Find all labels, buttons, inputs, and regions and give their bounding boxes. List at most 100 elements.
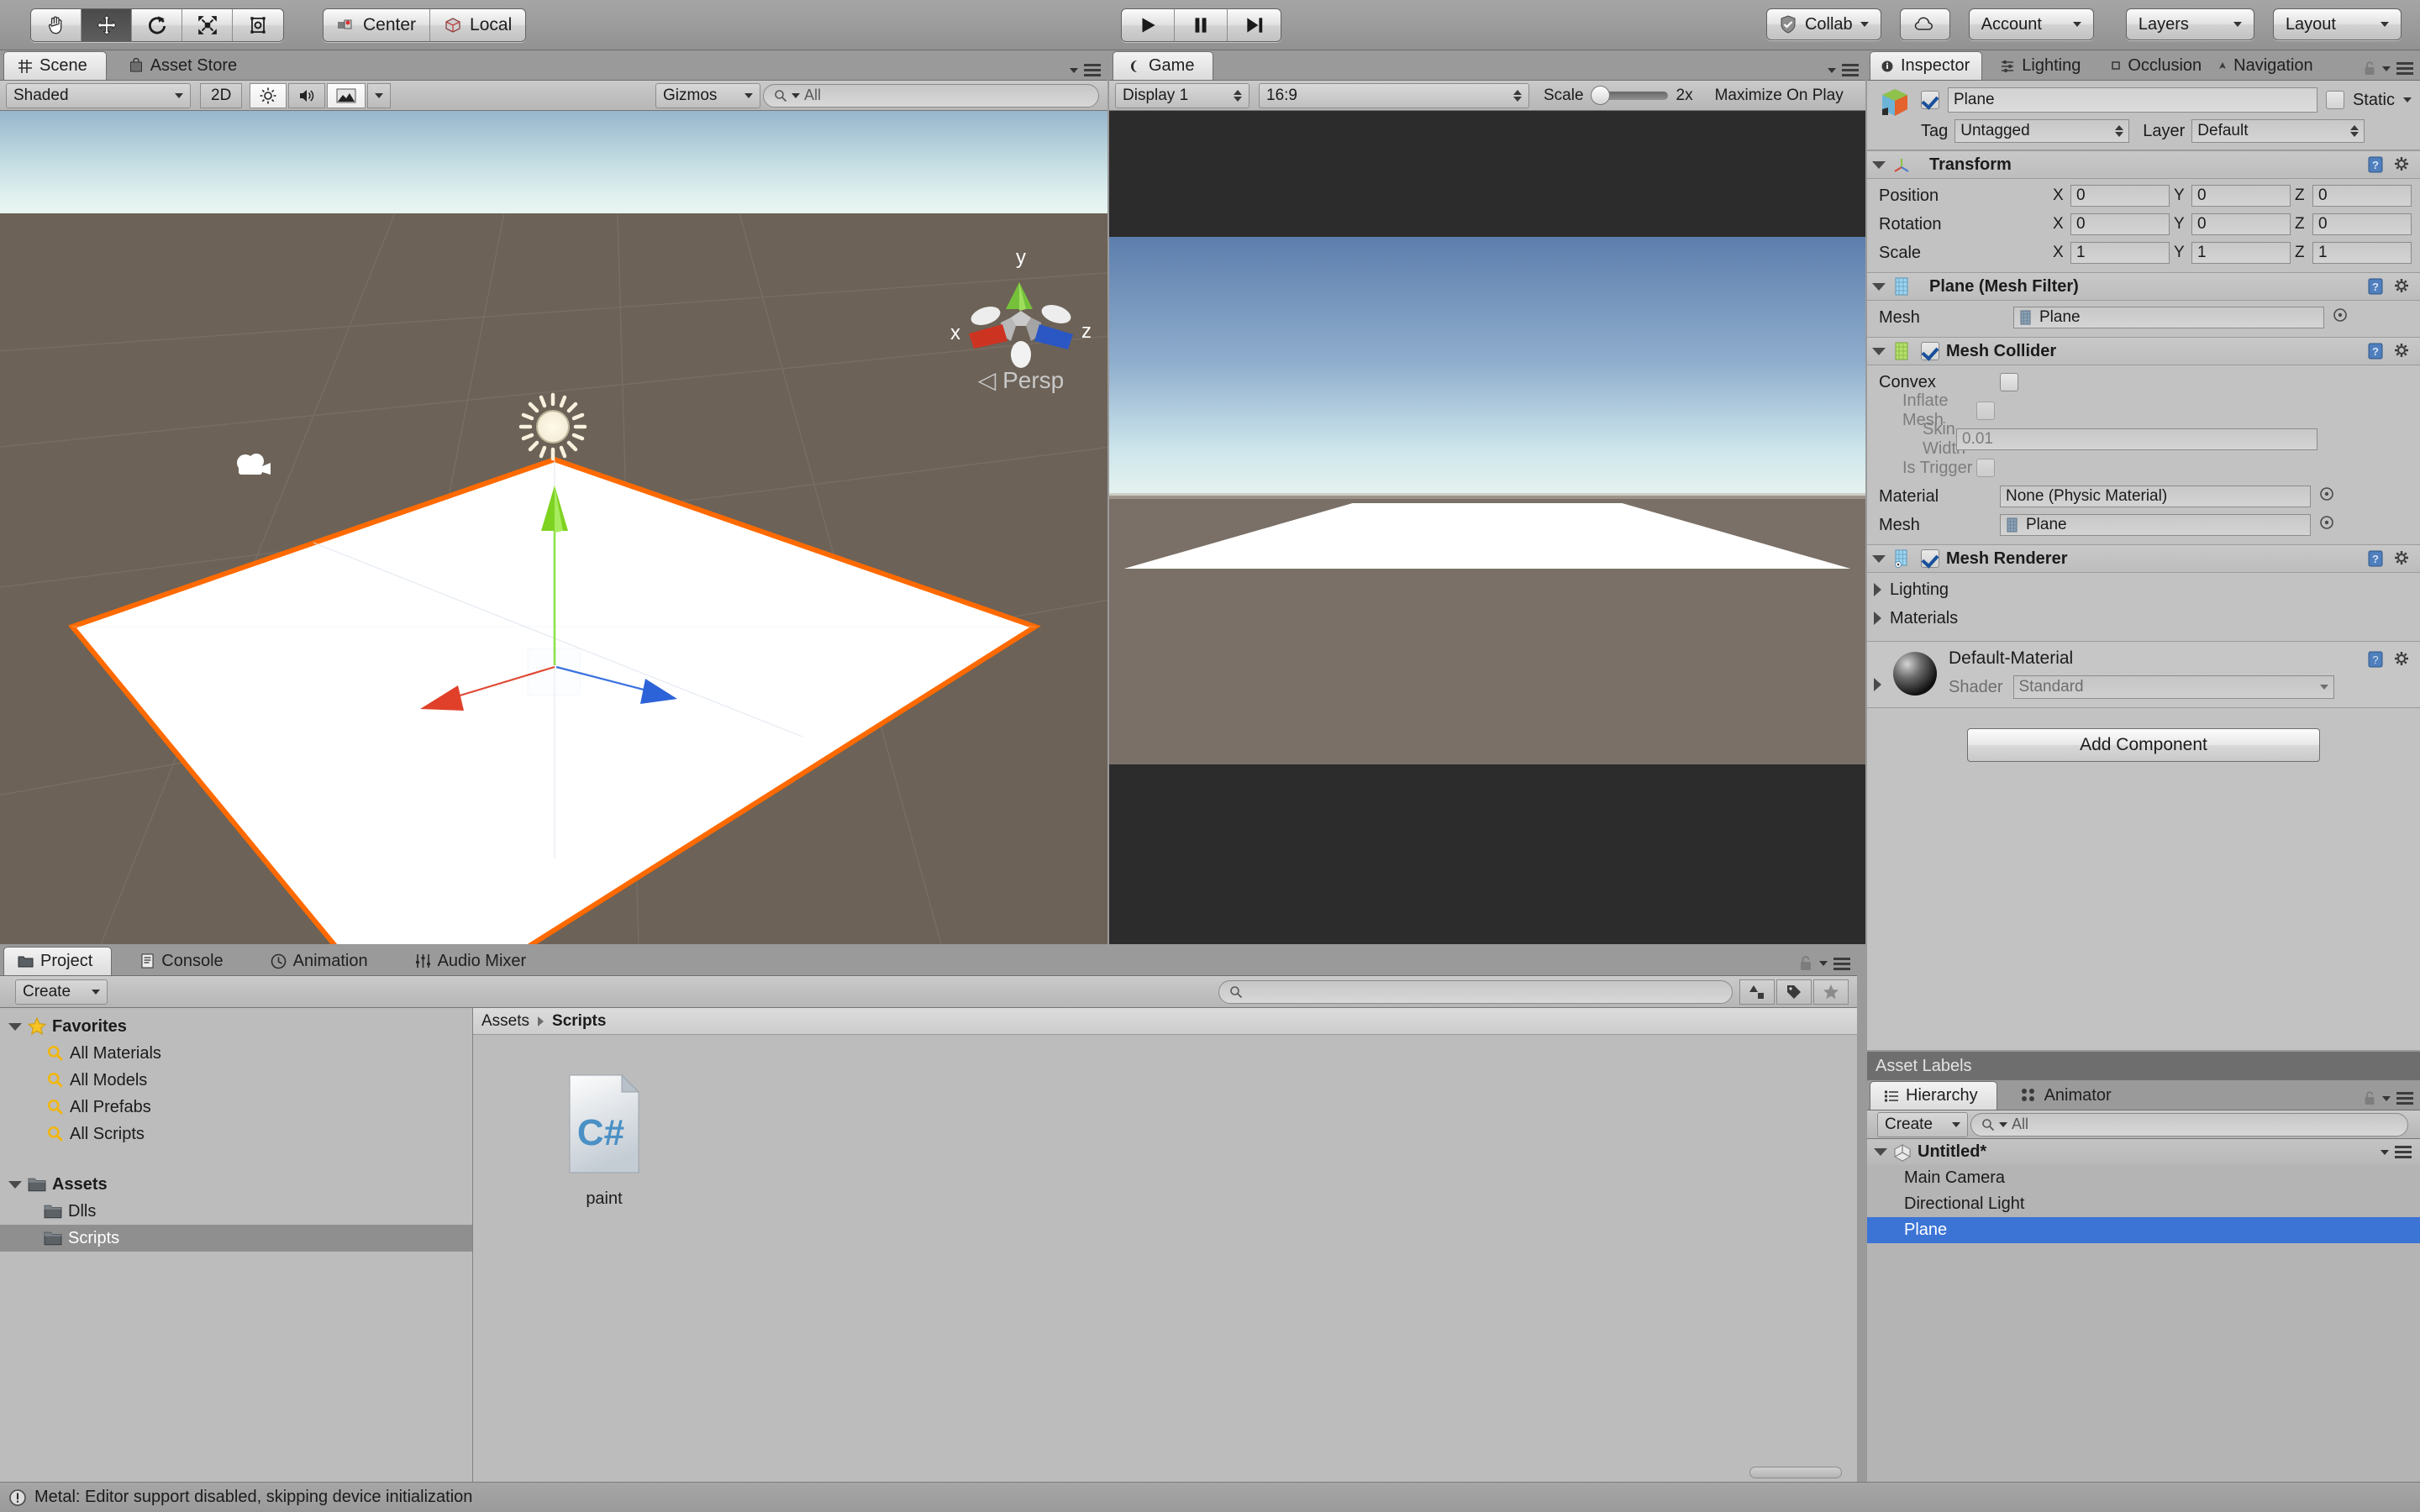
game-display-dropdown[interactable]: Display 1 xyxy=(1115,83,1249,108)
tab-occlusion[interactable]: Occlusion xyxy=(2102,51,2210,80)
help-icon[interactable]: ? xyxy=(2366,549,2385,568)
hierarchy-scene-menu[interactable] xyxy=(2381,1146,2412,1158)
chevron-down-icon[interactable] xyxy=(1872,555,1886,563)
component-header-actions[interactable]: ? xyxy=(2366,342,2412,360)
hand-tool-button[interactable] xyxy=(31,9,82,41)
scale-x-input[interactable]: 1 xyxy=(2070,242,2170,264)
collider-convex-checkbox[interactable] xyxy=(2000,373,2018,391)
gear-icon[interactable] xyxy=(2393,549,2412,568)
tab-inspector[interactable]: Inspector xyxy=(1870,51,1982,80)
scale-z-input[interactable]: 1 xyxy=(2312,242,2412,264)
hierarchy-item-plane[interactable]: Plane xyxy=(1867,1217,2420,1243)
scale-slider-track[interactable] xyxy=(1592,92,1668,100)
tree-item-favorites[interactable]: Favorites xyxy=(0,1013,472,1040)
material-header-actions[interactable]: ? xyxy=(2366,650,2412,669)
object-picker-icon[interactable] xyxy=(2319,486,2334,507)
scene-search-input[interactable]: All xyxy=(763,84,1099,108)
tree-item-all-prefabs[interactable]: All Prefabs xyxy=(0,1094,472,1121)
chevron-down-icon[interactable] xyxy=(1872,283,1886,291)
scene-fx-toggle[interactable] xyxy=(327,83,366,108)
project-tree[interactable]: Favorites All Materials All Models xyxy=(0,1008,473,1482)
renderer-materials-foldout[interactable]: Materials xyxy=(1867,604,2420,633)
hierarchy-search-input[interactable]: All xyxy=(1970,1113,2408,1137)
lock-icon[interactable] xyxy=(2363,60,2376,76)
breadcrumb-item-scripts[interactable]: Scripts xyxy=(552,1012,606,1031)
scale-y-input[interactable]: 1 xyxy=(2191,242,2291,264)
mesh-collider-enabled-checkbox[interactable] xyxy=(1921,342,1939,360)
object-picker-icon[interactable] xyxy=(2319,515,2334,535)
cloud-button[interactable] xyxy=(1900,8,1950,40)
component-header-mesh-collider[interactable]: Mesh Collider ? xyxy=(1867,337,2420,365)
tab-lighting[interactable]: Lighting xyxy=(1987,51,2099,80)
tree-item-all-scripts[interactable]: All Scripts xyxy=(0,1121,472,1147)
tab-navigation[interactable]: Navigation xyxy=(2212,51,2320,80)
help-icon[interactable]: ? xyxy=(2366,155,2385,174)
tab-animation[interactable]: Animation xyxy=(257,947,387,975)
help-icon[interactable]: ? xyxy=(2366,342,2385,360)
hierarchy-create-button[interactable]: Create xyxy=(1877,1112,1968,1137)
help-icon[interactable]: ? xyxy=(2366,650,2385,669)
add-component-button[interactable]: Add Component xyxy=(1967,728,2320,762)
inspector-panel-menu[interactable] xyxy=(2363,60,2413,76)
scene-lighting-toggle[interactable] xyxy=(250,83,287,108)
mesh-renderer-enabled-checkbox[interactable] xyxy=(1921,549,1939,568)
chevron-right-icon[interactable] xyxy=(1874,612,1881,625)
scene-fx-dropdown[interactable] xyxy=(367,83,391,108)
chevron-right-icon[interactable] xyxy=(1874,583,1881,596)
project-panel-menu[interactable] xyxy=(1798,955,1850,972)
scene-draw-mode-dropdown[interactable]: Shaded xyxy=(6,83,191,108)
renderer-lighting-foldout[interactable]: Lighting xyxy=(1867,575,2420,604)
account-button[interactable]: Account xyxy=(1969,8,2094,40)
pivot-mode-button[interactable]: Center xyxy=(324,9,430,41)
pivot-rotation-button[interactable]: Local xyxy=(430,9,525,41)
position-y-input[interactable]: 0 xyxy=(2191,185,2291,207)
component-header-mesh-renderer[interactable]: Mesh Renderer ? xyxy=(1867,544,2420,573)
project-horizontal-scrollbar[interactable] xyxy=(1749,1467,1842,1478)
tab-animator[interactable]: Animator xyxy=(2007,1081,2130,1110)
rotate-tool-button[interactable] xyxy=(132,9,182,41)
chevron-down-icon[interactable] xyxy=(2403,97,2412,102)
status-bar[interactable]: Metal: Editor support disabled, skipping… xyxy=(0,1482,2420,1512)
game-maximize-on-play-toggle[interactable]: Maximize On Play xyxy=(1705,83,1854,108)
static-checkbox[interactable] xyxy=(2326,91,2344,109)
chevron-down-icon[interactable] xyxy=(1872,161,1886,169)
hierarchy-scene-root[interactable]: Untitled* xyxy=(1867,1139,2420,1165)
collider-material-objectfield[interactable]: None (Physic Material) xyxy=(2000,486,2311,507)
tree-item-all-materials[interactable]: All Materials xyxy=(0,1040,472,1067)
scene-panel-menu[interactable] xyxy=(1070,64,1101,76)
gear-icon[interactable] xyxy=(2393,342,2412,360)
tab-asset-store[interactable]: Asset Store xyxy=(115,51,255,80)
component-header-mesh-filter[interactable]: Plane (Mesh Filter) ? xyxy=(1867,272,2420,301)
gear-icon[interactable] xyxy=(2393,155,2412,174)
game-aspect-dropdown[interactable]: 16:9 xyxy=(1259,83,1529,108)
scene-viewport[interactable]: y x z ◁ Persp xyxy=(0,111,1107,944)
pause-button[interactable] xyxy=(1175,9,1228,41)
material-shader-dropdown[interactable]: Standard xyxy=(2013,675,2334,699)
project-filter-type-button[interactable] xyxy=(1739,979,1775,1005)
hierarchy-panel-menu[interactable] xyxy=(2363,1090,2413,1106)
tab-game[interactable]: Game xyxy=(1113,51,1213,80)
play-button[interactable] xyxy=(1122,9,1175,41)
gear-icon[interactable] xyxy=(2393,650,2412,669)
object-name-input[interactable]: Plane xyxy=(1948,87,2317,113)
rect-tool-button[interactable] xyxy=(233,9,283,41)
collider-mesh-objectfield[interactable]: Plane xyxy=(2000,514,2311,536)
chevron-down-icon[interactable] xyxy=(1874,1148,1887,1156)
chevron-down-icon[interactable] xyxy=(1872,348,1886,355)
layers-button[interactable]: Layers xyxy=(2126,8,2254,40)
tree-item-all-models[interactable]: All Models xyxy=(0,1067,472,1094)
hierarchy-item-main-camera[interactable]: Main Camera xyxy=(1867,1165,2420,1191)
scene-gizmos-dropdown[interactable]: Gizmos xyxy=(655,83,760,108)
tag-dropdown[interactable]: Untagged xyxy=(1954,119,2129,143)
step-button[interactable] xyxy=(1228,9,1281,41)
tree-item-scripts[interactable]: Scripts xyxy=(0,1225,472,1252)
component-header-actions[interactable]: ? xyxy=(2366,549,2412,568)
layer-dropdown[interactable]: Default xyxy=(2191,119,2365,143)
scale-slider-thumb[interactable] xyxy=(1591,86,1610,105)
position-z-input[interactable]: 0 xyxy=(2312,185,2412,207)
breadcrumb-item-assets[interactable]: Assets xyxy=(481,1012,529,1031)
hierarchy-item-directional-light[interactable]: Directional Light xyxy=(1867,1191,2420,1217)
tab-console[interactable]: Console xyxy=(127,947,241,975)
component-header-actions[interactable]: ? xyxy=(2366,155,2412,174)
game-scale-slider-group[interactable]: Scale 2x xyxy=(1544,87,1693,105)
